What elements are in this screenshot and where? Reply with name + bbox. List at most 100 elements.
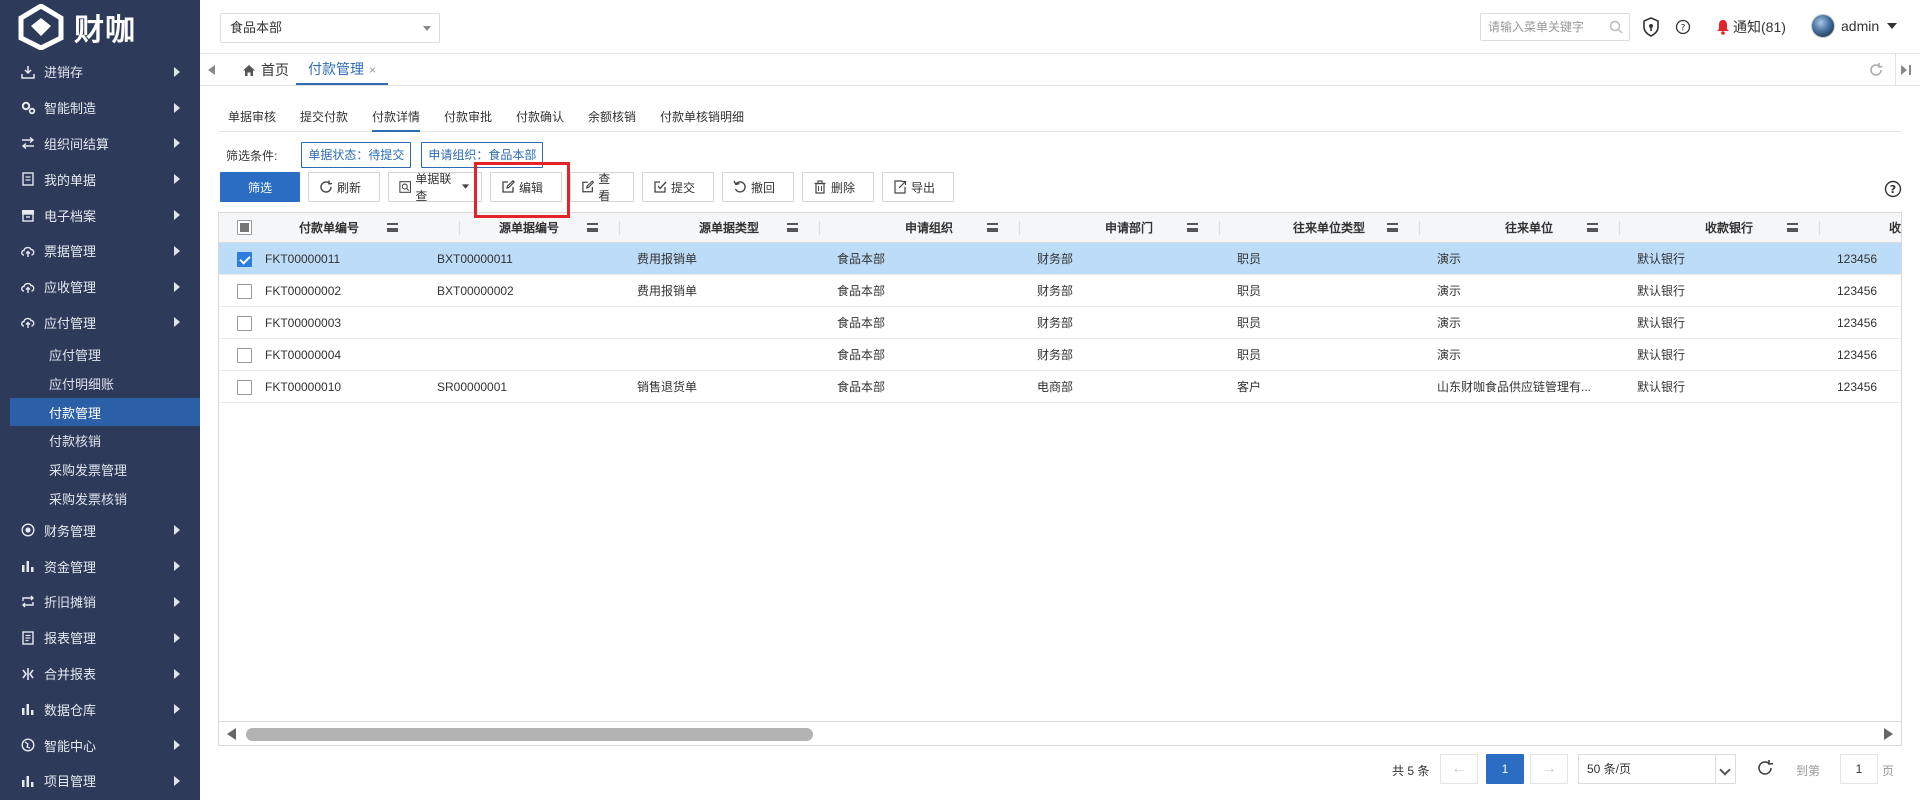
sidebar-item[interactable]: 数据仓库 — [0, 691, 200, 727]
linked-query-button[interactable]: 单据联查 — [388, 172, 482, 203]
column-menu-icon[interactable] — [987, 223, 998, 232]
filter-chip-org[interactable]: 申请组织：食品本部 — [421, 142, 544, 168]
filter-button[interactable]: 筛选 — [220, 172, 300, 202]
table-row[interactable]: FKT00000010 SR00000001 销售退货单 食品本部 电商部 客户 山东财咖食… — [219, 371, 1901, 403]
close-icon[interactable]: × — [369, 63, 376, 77]
page-size-select[interactable]: 50 条/页 — [1578, 754, 1736, 784]
row-checkbox[interactable] — [237, 252, 252, 267]
shield-icon[interactable] — [1642, 17, 1660, 37]
column-divider[interactable] — [1219, 221, 1220, 235]
user-menu[interactable]: admin — [1811, 14, 1898, 38]
notifications-button[interactable]: 通知(81) — [1716, 17, 1786, 37]
horizontal-scrollbar[interactable] — [219, 721, 1901, 745]
subtab[interactable]: 付款审批 — [444, 100, 492, 132]
subtab[interactable]: 付款单核销明细 — [660, 100, 744, 132]
column-menu-icon[interactable] — [1787, 223, 1798, 232]
table-row[interactable]: FKT00000002 BXT00000002 费用报销单 食品本部 财务部 职员 演示 默认… — [219, 275, 1901, 307]
column-divider[interactable] — [1019, 221, 1020, 235]
sidebar-item[interactable]: 项目管理 — [0, 763, 200, 799]
row-checkbox[interactable] — [237, 284, 252, 299]
subtab[interactable]: 付款详情 — [372, 100, 421, 132]
scrollbar-thumb[interactable] — [246, 728, 813, 741]
tabs-scroll-left-icon[interactable] — [208, 65, 215, 75]
menu-search-input[interactable]: 请输入菜单关键字 — [1480, 13, 1630, 41]
refresh-button[interactable]: 刷新 — [308, 172, 380, 202]
column-menu-icon[interactable] — [387, 223, 398, 232]
view-button[interactable]: 查看 — [570, 172, 634, 203]
sidebar-subitem[interactable]: 应付管理 — [0, 340, 200, 369]
sidebar-item[interactable]: 应收管理 — [0, 269, 200, 305]
sidebar-item[interactable]: 报表管理 — [0, 620, 200, 656]
column-divider[interactable] — [1619, 221, 1620, 235]
help-circle-icon[interactable]: ? — [1675, 19, 1691, 35]
table-row[interactable]: FKT00000003 食品本部 财务部 职员 演示 默认银行 123456 — [219, 307, 1901, 339]
edit-button[interactable]: 编辑 — [490, 172, 562, 202]
subtab[interactable]: 提交付款 — [300, 100, 348, 132]
scroll-left-arrow-icon[interactable] — [227, 728, 236, 740]
filter-chip-status[interactable]: 单据状态：待提交 — [301, 142, 412, 168]
sidebar-item-label: 智能中心 — [44, 738, 97, 754]
table-row[interactable]: FKT00000004 食品本部 财务部 职员 演示 默认银行 123456 — [219, 339, 1901, 371]
search-icon[interactable] — [1609, 20, 1623, 34]
tab-payment-management[interactable]: 付款管理 × — [296, 54, 389, 85]
subtab[interactable]: 余额核销 — [588, 100, 636, 132]
column-divider[interactable] — [619, 221, 620, 235]
column-menu-icon[interactable] — [1387, 223, 1398, 232]
sidebar-subitem[interactable]: 付款管理 — [10, 397, 200, 427]
revoke-button[interactable]: 撤回 — [722, 172, 794, 202]
sidebar-item[interactable]: 票据管理 — [0, 233, 200, 269]
row-checkbox[interactable] — [237, 348, 252, 363]
sidebar-item[interactable]: 进销存 — [0, 54, 200, 90]
sidebar-item[interactable]: 财务管理 — [0, 513, 200, 549]
column-divider[interactable] — [819, 221, 820, 235]
sidebar-item[interactable]: 智能制造 — [0, 90, 200, 126]
sidebar-subitem[interactable]: 付款核销 — [0, 426, 200, 455]
column-header[interactable]: 付款单编号 — [249, 213, 409, 243]
column-header[interactable]: 收款银行 — [1649, 213, 1809, 243]
pager-next-button[interactable]: → — [1530, 754, 1568, 784]
row-checkbox[interactable] — [237, 316, 252, 331]
export-button[interactable]: 导出 — [882, 172, 954, 202]
submit-button[interactable]: 提交 — [642, 172, 714, 202]
scroll-right-arrow-icon[interactable] — [1884, 728, 1893, 740]
sidebar-subitem[interactable]: 应付明细账 — [0, 369, 200, 398]
sidebar-item[interactable]: 折旧摊销 — [0, 584, 200, 620]
column-divider[interactable] — [1419, 221, 1420, 235]
column-menu-icon[interactable] — [1187, 223, 1198, 232]
column-header[interactable]: 收 — [1815, 213, 1901, 243]
row-checkbox[interactable] — [237, 380, 252, 395]
sidebar-item[interactable]: 电子档案 — [0, 197, 200, 233]
column-menu-icon[interactable] — [587, 223, 598, 232]
column-header[interactable]: 源单据类型 — [649, 213, 809, 243]
subtab[interactable]: 付款确认 — [516, 100, 564, 132]
sidebar-item[interactable]: 智能中心 — [0, 727, 200, 763]
chevron-right-icon — [174, 704, 180, 715]
sidebar-item[interactable]: 资金管理 — [0, 548, 200, 584]
sidebar-item[interactable]: 我的单据 — [0, 161, 200, 197]
column-header[interactable]: 往来单位 — [1449, 213, 1609, 243]
column-menu-icon[interactable] — [1587, 223, 1598, 232]
table-row[interactable]: FKT00000011 BXT00000011 费用报销单 食品本部 财务部 职员 演示 默认… — [219, 243, 1901, 275]
column-header[interactable]: 申请组织 — [849, 213, 1009, 243]
pager-goto-input[interactable]: 1 — [1840, 754, 1878, 784]
refresh-icon[interactable] — [1756, 759, 1774, 777]
pager-current-page[interactable]: 1 — [1486, 754, 1524, 784]
tabs-scroll-right-icon[interactable] — [1900, 64, 1914, 76]
column-header[interactable]: 往来单位类型 — [1249, 213, 1409, 243]
tab-home[interactable]: 首页 — [242, 54, 289, 86]
column-menu-icon[interactable] — [787, 223, 798, 232]
sidebar-item[interactable]: 应付管理 — [0, 305, 200, 341]
org-select[interactable]: 食品本部 — [220, 13, 440, 43]
sidebar-subitem[interactable]: 采购发票管理 — [0, 455, 200, 484]
delete-button[interactable]: 删除 — [802, 172, 874, 202]
subtab[interactable]: 单据审核 — [228, 100, 276, 132]
help-icon[interactable]: ? — [1884, 180, 1902, 198]
sidebar-subitem[interactable]: 采购发票核销 — [0, 484, 200, 513]
sidebar-item[interactable]: 组织间结算 — [0, 126, 200, 162]
pager-prev-button[interactable]: ← — [1440, 754, 1478, 784]
column-header[interactable]: 申请部门 — [1049, 213, 1209, 243]
refresh-tab-icon[interactable] — [1868, 62, 1884, 78]
column-header[interactable]: 源单据编号 — [449, 213, 609, 243]
sidebar-item[interactable]: 合并报表 — [0, 656, 200, 692]
table-cell: 演示 — [1437, 252, 1462, 266]
